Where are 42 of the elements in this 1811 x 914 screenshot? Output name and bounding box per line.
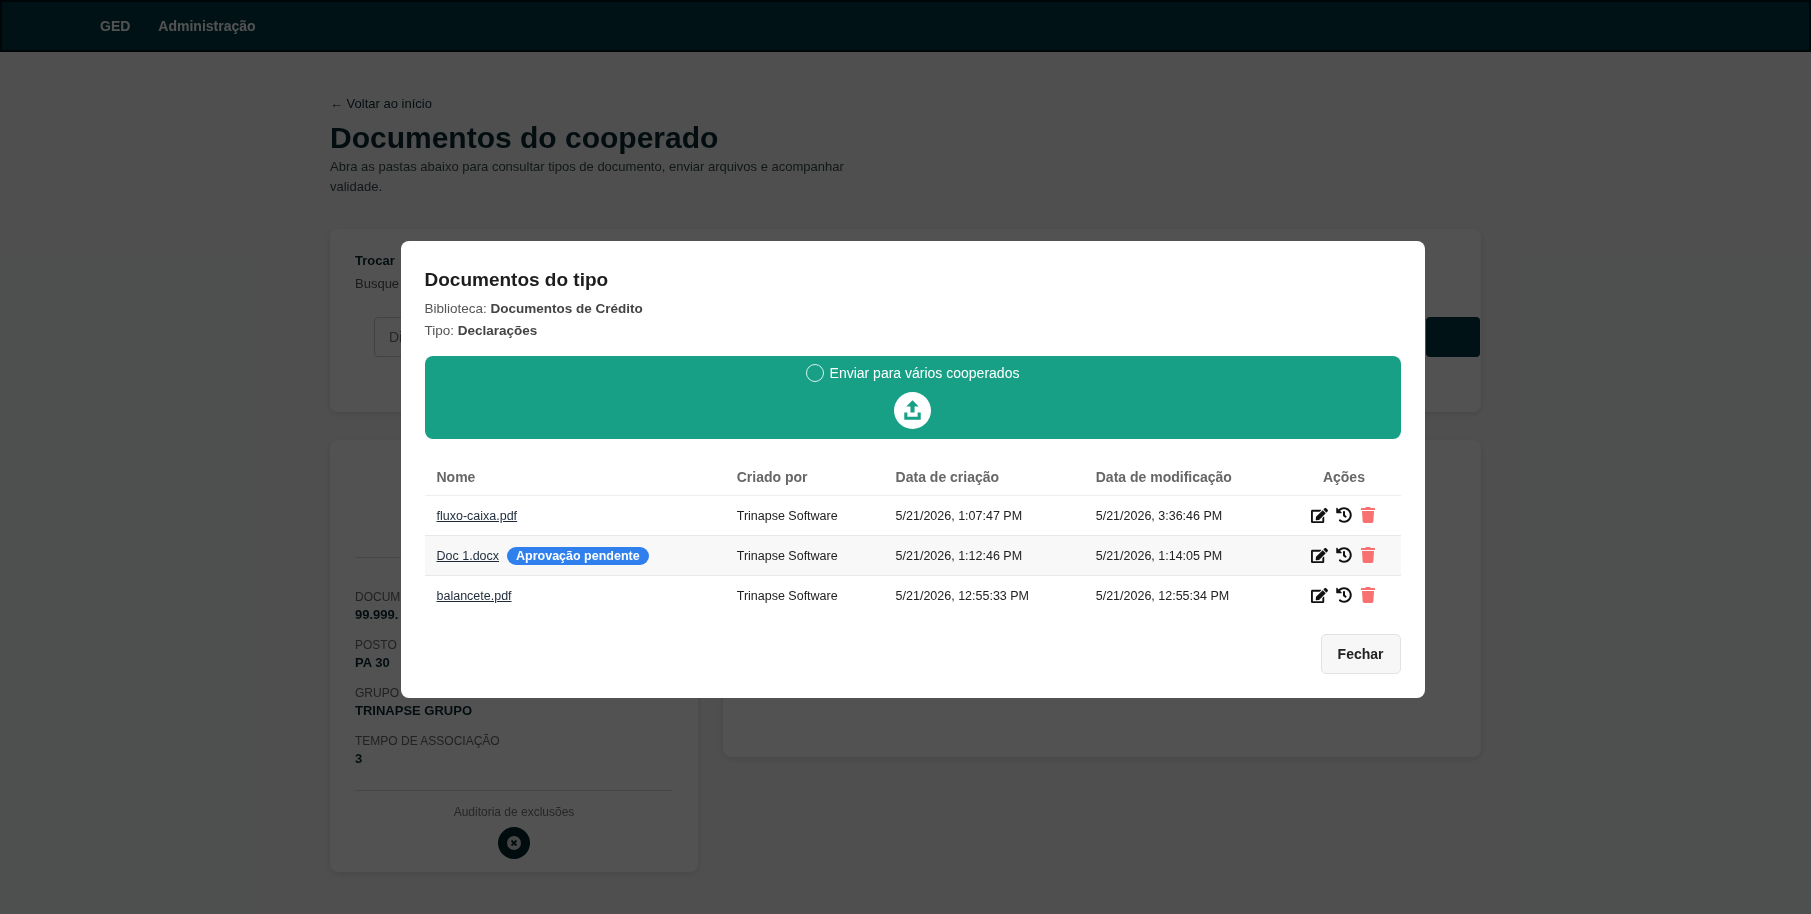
table-cell: 5/21/2026, 1:12:46 PM — [883, 535, 1084, 576]
x-circle-icon — [506, 835, 522, 851]
column-header: Criado por — [724, 459, 884, 496]
table-cell: Trinapse Software — [724, 575, 884, 615]
dialog-title: Documentos do tipo — [424, 269, 610, 291]
page-subtitle: Abra as pastas abaixo para consultar tipos de documento, enviar arquivos e acompanhar validade. — [330, 158, 845, 196]
trash-icon[interactable] — [1360, 547, 1377, 564]
field-value: 3 — [355, 751, 363, 766]
field-value: 99.999. — [355, 607, 399, 622]
dialog-meta: Tipo: Declarações — [424, 323, 539, 338]
history-icon[interactable] — [1336, 507, 1353, 524]
page-title: Documentos do cooperado — [330, 120, 720, 156]
history-icon[interactable] — [1336, 587, 1353, 604]
edit-icon[interactable] — [1311, 547, 1329, 564]
file-link[interactable]: balancete.pdf — [436, 588, 512, 603]
trash-icon[interactable] — [1360, 587, 1377, 604]
column-header: Data de criação — [883, 459, 1084, 496]
status-badge: Aprovação pendente — [507, 546, 649, 565]
trash-icon[interactable] — [1360, 507, 1377, 524]
close-circle-button[interactable] — [498, 827, 530, 859]
table-cell: 5/21/2026, 12:55:33 PM — [883, 575, 1084, 615]
file-link[interactable]: Doc 1.docx — [436, 548, 500, 563]
column-header: Data de modificação — [1083, 459, 1288, 496]
table-cell: 5/21/2026, 3:36:46 PM — [1083, 495, 1288, 536]
dialog-meta: Biblioteca: Documentos de Crédito — [424, 301, 644, 316]
field-value: TRINAPSE GRUPO — [355, 703, 472, 718]
history-icon[interactable] — [1336, 547, 1353, 564]
field-value: PA 30 — [355, 655, 390, 670]
table-cell: 5/21/2026, 12:55:34 PM — [1083, 575, 1288, 615]
edit-icon[interactable] — [1311, 507, 1329, 524]
column-header: Ações — [1287, 459, 1401, 496]
table-cell: 5/21/2026, 1:14:05 PM — [1083, 535, 1288, 576]
table-cell: Trinapse Software — [724, 495, 884, 536]
close-button[interactable]: Fechar — [1320, 634, 1401, 674]
column-header: Nome — [424, 459, 725, 496]
edit-icon[interactable] — [1311, 587, 1329, 604]
upload-icon[interactable] — [894, 392, 931, 429]
card-title: Trocar — [355, 253, 395, 268]
table-cell: Trinapse Software — [724, 535, 884, 576]
checkbox-label: Enviar para vários cooperados — [829, 365, 1020, 381]
file-link[interactable]: fluxo-caixa.pdf — [436, 508, 518, 523]
table-cell: 5/21/2026, 1:07:47 PM — [883, 495, 1084, 536]
